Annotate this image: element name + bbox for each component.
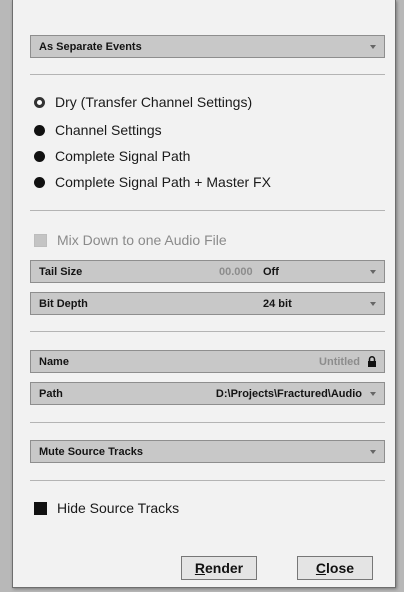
divider <box>30 331 385 332</box>
bit-depth-value: 24 bit <box>263 298 292 310</box>
bit-depth-label: Bit Depth <box>39 298 88 310</box>
radio-icon[interactable] <box>34 124 45 136</box>
mute-source-dropdown[interactable]: Mute Source Tracks <box>30 440 385 463</box>
path-value: D:\Projects\Fractured\Audio <box>215 388 362 400</box>
radio-complete-signal-path[interactable]: Complete Signal Path <box>34 146 190 166</box>
export-mode-value: As Separate Events <box>39 41 142 53</box>
mixdown-label: Mix Down to one Audio File <box>57 232 227 248</box>
name-field[interactable]: Name Untitled <box>30 350 385 373</box>
export-mode-dropdown[interactable]: As Separate Events <box>30 35 385 58</box>
chevron-down-icon <box>370 392 376 396</box>
radio-selected-icon[interactable] <box>34 96 45 108</box>
close-button[interactable]: Close <box>297 556 373 580</box>
radio-channel-settings[interactable]: Channel Settings <box>34 120 162 140</box>
checkbox-icon[interactable] <box>34 233 47 247</box>
divider <box>30 74 385 75</box>
close-mnemonic: C <box>315 560 327 576</box>
radio-icon[interactable] <box>34 176 45 188</box>
bit-depth-dropdown[interactable]: Bit Depth 24 bit <box>30 292 385 315</box>
name-value[interactable]: Untitled <box>319 356 360 368</box>
path-label: Path <box>39 388 63 400</box>
divider <box>30 422 385 423</box>
close-label: lose <box>326 560 355 576</box>
mixdown-checkbox-row[interactable]: Mix Down to one Audio File <box>34 230 227 250</box>
tail-size-field[interactable]: Tail Size 00.000 Off <box>30 260 385 283</box>
render-dialog: As Separate Events Dry (Transfer Channel… <box>12 0 396 588</box>
chevron-down-icon <box>370 450 376 454</box>
radio-complete-signal-path-master[interactable]: Complete Signal Path + Master FX <box>34 172 271 192</box>
radio-dry[interactable]: Dry (Transfer Channel Settings) <box>34 92 252 112</box>
tail-size-value[interactable]: 00.000 <box>219 266 253 278</box>
radio-complete-signal-path-master-label: Complete Signal Path + Master FX <box>55 174 271 190</box>
path-dropdown[interactable]: Path D:\Projects\Fractured\Audio <box>30 382 385 405</box>
divider <box>30 210 385 211</box>
render-mnemonic: R <box>194 560 205 576</box>
tail-size-mode[interactable]: Off <box>263 266 279 278</box>
radio-channel-settings-label: Channel Settings <box>55 122 162 138</box>
chevron-down-icon <box>370 270 376 274</box>
hide-source-checkbox-row[interactable]: Hide Source Tracks <box>34 498 179 518</box>
radio-dry-label: Dry (Transfer Channel Settings) <box>55 94 253 110</box>
divider <box>30 480 385 481</box>
render-button[interactable]: Render <box>181 556 257 580</box>
hide-source-label: Hide Source Tracks <box>57 500 180 516</box>
render-label: ender <box>205 560 244 576</box>
mute-source-label: Mute Source Tracks <box>39 446 143 458</box>
chevron-down-icon <box>370 45 376 49</box>
chevron-down-icon <box>370 302 376 306</box>
radio-complete-signal-path-label: Complete Signal Path <box>55 148 191 164</box>
checkbox-checked-icon[interactable] <box>34 501 47 515</box>
tail-size-label: Tail Size <box>39 266 83 278</box>
radio-icon[interactable] <box>34 150 45 162</box>
name-label: Name <box>39 356 69 368</box>
lock-icon[interactable] <box>367 356 377 367</box>
